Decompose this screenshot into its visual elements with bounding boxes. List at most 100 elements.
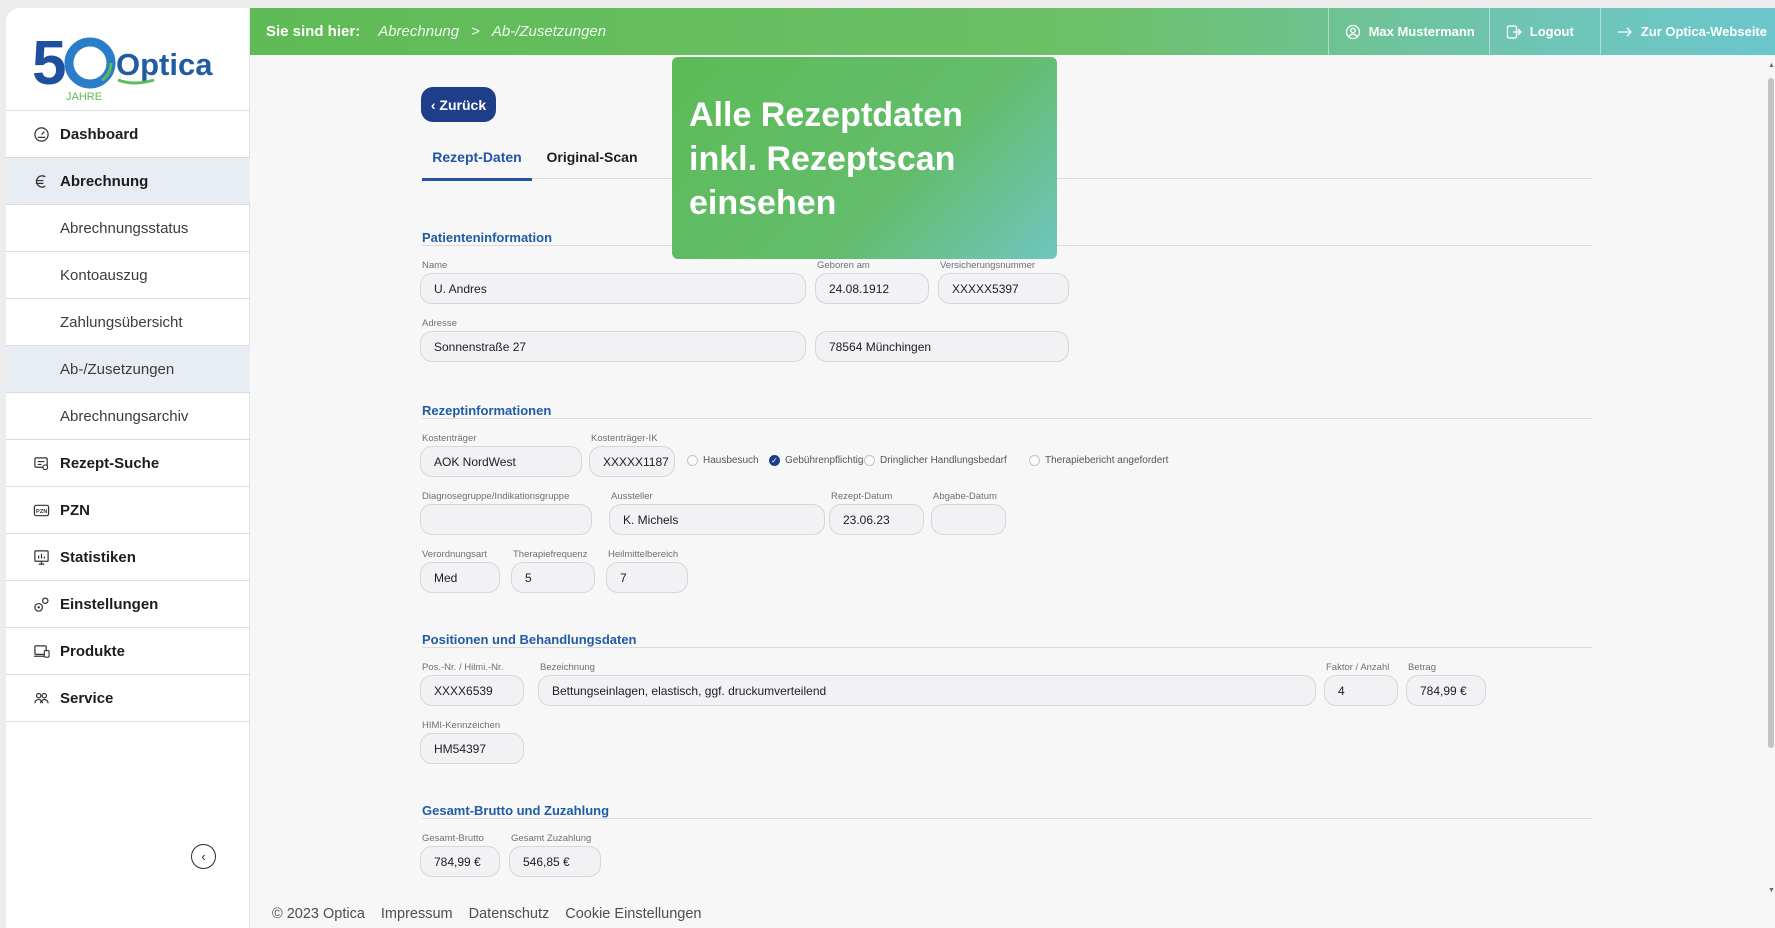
sidebar-item-abrechnung[interactable]: Abrechnung [6,158,250,205]
sidebar-item-label: PZN [60,501,90,519]
callout-line-2: inkl. Rezeptscan [689,140,956,178]
optica-logo-graphic: 5 JAHRE Optica [32,29,213,103]
tab-rezept-daten[interactable]: Rezept-Daten [422,135,532,181]
position-number-field[interactable]: XXXX6539 [420,675,524,706]
callout-line-1: Alle Rezeptdaten [689,96,963,134]
gross-total-label: Gesamt-Brutto [422,833,484,844]
sidebar-item-einstellungen[interactable]: Einstellungen [6,581,250,628]
checkbox-therapiebericht[interactable]: Therapiebericht angefordert [1029,455,1168,466]
sidebar: 5 JAHRE Optica Dashboard Abrechnung Abre… [6,8,250,928]
svg-text:5: 5 [32,29,65,98]
breadcrumb-item-abrechnung[interactable]: Abrechnung [378,23,459,40]
dashboard-gauge-icon [32,125,50,143]
scrollbar-thumb[interactable] [1768,78,1774,748]
svg-text:PZN: PZN [36,508,47,514]
settings-gears-icon [32,595,50,613]
checkbox-indicator [864,455,875,466]
dispense-date-label: Abgabe-Datum [933,491,997,502]
footer: © 2023 Optica Impressum Datenschutz Cook… [250,900,1775,928]
sidebar-item-produkte[interactable]: Produkte [6,628,250,675]
insurance-number-field[interactable]: XXXXX5397 [938,273,1069,304]
user-circle-icon [1345,24,1360,39]
optica-logo[interactable]: 5 JAHRE Optica [30,26,230,103]
frequency-label: Therapiefrequenz [513,549,588,560]
sidebar-item-label: Statistiken [60,548,136,566]
statistics-icon [32,548,50,566]
dispense-date-field[interactable] [931,504,1006,535]
sidebar-subitem-kontoauszug[interactable]: Kontoauszug [6,252,250,299]
footer-link-datenschutz[interactable]: Datenschutz [469,906,550,922]
euro-icon [32,172,50,190]
name-label: Name [422,260,448,271]
street-field[interactable]: Sonnenstraße 27 [420,331,806,362]
top-actions: Max Mustermann Logout Zur Optica-Webseit… [1327,8,1775,55]
back-button[interactable]: ‹ Zurück [421,87,496,122]
section-title-totals: Gesamt-Brutto und Zuzahlung [422,803,610,818]
city-field[interactable]: 78564 Münchingen [815,331,1069,362]
chevron-left-icon: ‹ [201,849,206,864]
prescription-search-icon [32,454,50,472]
check-icon: ✓ [769,455,780,466]
copay-total-label: Gesamt Zuzahlung [511,833,592,844]
insurance-number-label: Versicherungsnummer [940,260,1036,271]
website-label: Zur Optica-Webseite [1640,24,1767,39]
user-name: Max Mustermann [1368,24,1475,39]
amount-field[interactable]: 784,99 € [1406,675,1486,706]
payer-field[interactable]: AOK NordWest [420,446,582,477]
payer-ik-field[interactable]: XXXXX1187 [589,446,675,477]
himi-label: HIMI-Kennzeichen [422,720,501,731]
sidebar-subitem-abrechnungsarchiv[interactable]: Abrechnungsarchiv [6,393,250,440]
sidebar-subitem-abrechnungsstatus[interactable]: Abrechnungsstatus [6,205,250,252]
logout-button[interactable]: Logout [1488,8,1600,55]
section-title-patient: Patienteninformation [422,230,553,245]
sidebar-subitem-zahlungsuebersicht[interactable]: Zahlungsübersicht [6,299,250,346]
remedy-label: Heilmittelbereich [608,549,679,560]
checkbox-label: Hausbesuch [703,455,759,466]
name-field[interactable]: U. Andres [420,273,806,304]
dob-field[interactable]: 24.08.1912 [815,273,929,304]
footer-link-impressum[interactable]: Impressum [381,906,453,922]
remedy-field[interactable]: 7 [606,562,688,593]
breadcrumb-lead: Sie sind hier: [266,23,361,40]
address-label: Adresse [422,318,457,329]
top-bar: Sie sind hier: Abrechnung > Ab-/Zusetzun… [250,8,1775,55]
sidebar-item-pzn[interactable]: PZN PZN [6,487,250,534]
sidebar-item-label: Rezept-Suche [60,454,160,472]
tab-original-scan[interactable]: Original-Scan [542,135,642,179]
checkbox-dringlicher-handlungsbedarf[interactable]: Dringlicher Handlungsbedarf [864,455,1007,466]
sidebar-item-dashboard[interactable]: Dashboard [6,111,250,158]
sidebar-subitem-ab-zusetzungen[interactable]: Ab-/Zusetzungen [6,346,250,393]
sidebar-item-rezept-suche[interactable]: Rezept-Suche [6,440,250,487]
checkbox-hausbesuch[interactable]: Hausbesuch [687,455,759,466]
rx-date-field[interactable]: 23.06.23 [829,504,924,535]
payer-label: Kostenträger [422,433,477,444]
sidebar-item-statistiken[interactable]: Statistiken [6,534,250,581]
section-divider [422,818,1592,819]
diagnosis-field[interactable] [420,504,592,535]
checkbox-indicator [687,455,698,466]
website-link[interactable]: Zur Optica-Webseite [1599,8,1775,55]
frequency-field[interactable]: 5 [511,562,595,593]
rx-date-label: Rezept-Datum [831,491,893,502]
app-window: 5 JAHRE Optica Dashboard Abrechnung Abre… [6,8,1775,928]
collapse-sidebar-button[interactable]: ‹ [191,844,216,869]
scroll-down-arrow-icon[interactable]: ▼ [1768,887,1775,894]
payer-ik-label: Kostenträger-IK [591,433,658,444]
user-menu-button[interactable]: Max Mustermann [1327,8,1489,55]
copay-total-field[interactable]: 546,85 € [509,846,601,877]
checkbox-label: Therapiebericht angefordert [1045,455,1169,466]
order-type-label: Verordnungsart [422,549,487,560]
arrow-right-icon [1617,27,1632,36]
order-type-field[interactable]: Med [420,562,500,593]
description-label: Bezeichnung [540,662,595,673]
breadcrumb-item-current: Ab-/Zusetzungen [491,23,607,40]
scroll-up-arrow-icon[interactable]: ▲ [1768,62,1775,69]
sidebar-item-service[interactable]: Service [6,675,250,722]
gross-total-field[interactable]: 784,99 € [420,846,500,877]
checkbox-gebuehrenpflichtig[interactable]: ✓ Gebührenpflichtig [769,455,863,466]
himi-field[interactable]: HM54397 [420,733,524,764]
factor-field[interactable]: 4 [1324,675,1398,706]
description-field[interactable]: Bettungseinlagen, elastisch, ggf. drucku… [538,675,1316,706]
issuer-field[interactable]: K. Michels [609,504,825,535]
footer-link-cookie-einstellungen[interactable]: Cookie Einstellungen [565,906,701,922]
